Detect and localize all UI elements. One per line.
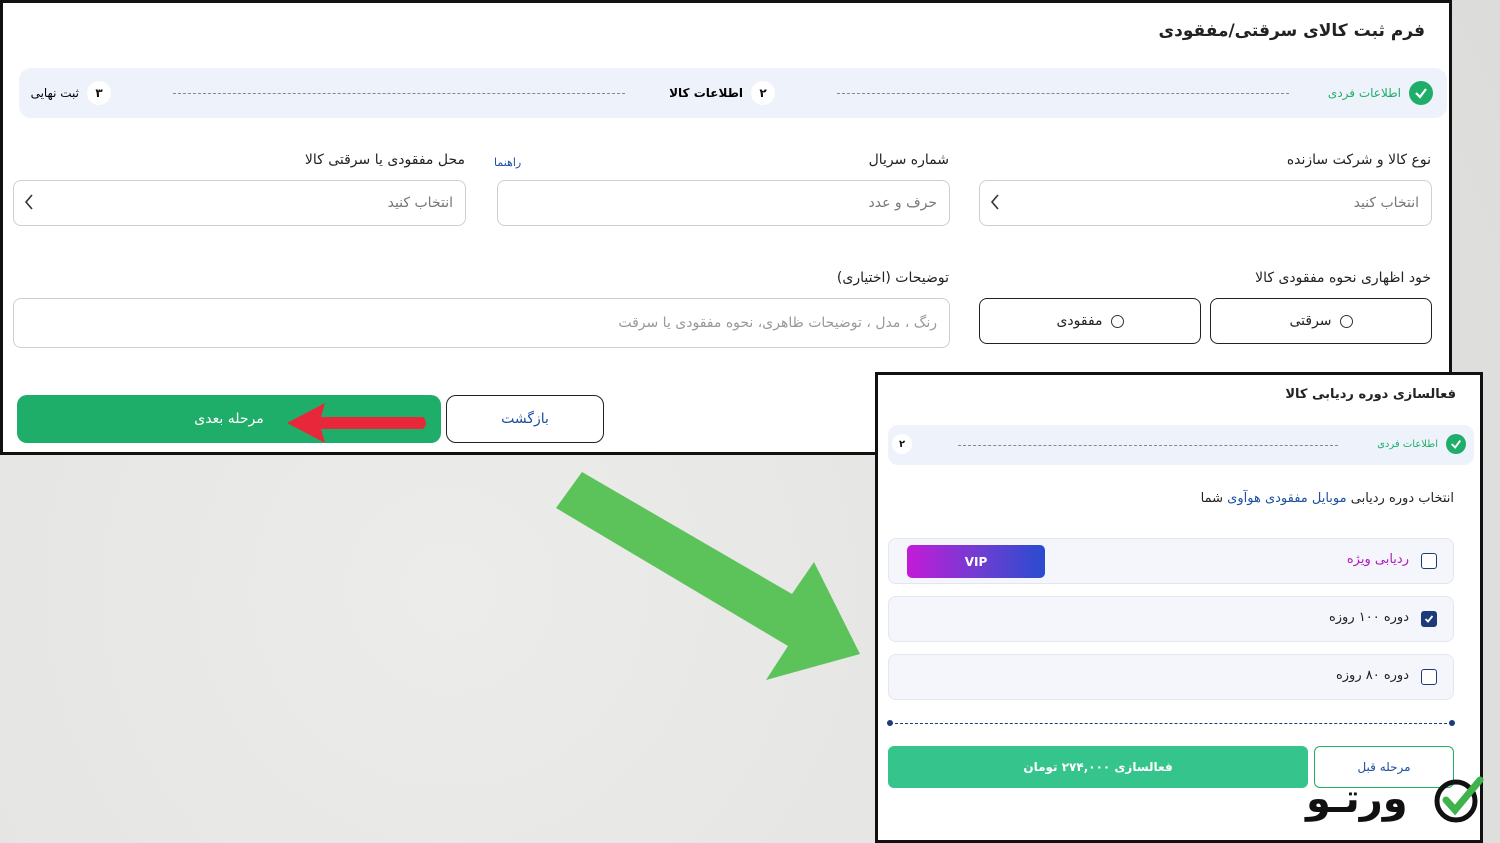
product-type-label: نوع کالا و شرکت سازنده	[1286, 152, 1431, 168]
step-divider	[958, 445, 1338, 446]
radio-circle-icon	[1110, 314, 1124, 328]
form-stepper: اطلاعات فردی ۲ اطلاعات کالا ۳ ثبت نهایی	[19, 68, 1447, 118]
option-label: دوره ۸۰ روزه	[1335, 668, 1409, 683]
option-vip-tracking[interactable]: ردیابی ویژه VIP	[888, 538, 1454, 584]
button-label: مرحله بعدی	[194, 411, 264, 427]
checkbox[interactable]	[1421, 669, 1437, 685]
page-title: فرم ثبت کالای سرقتی/مفقودی	[1158, 21, 1425, 41]
option-80-days[interactable]: دوره ۸۰ روزه	[888, 654, 1454, 700]
step-personal-info[interactable]: اطلاعات فردی	[1377, 434, 1466, 454]
green-arrow-icon	[556, 472, 860, 680]
declaration-label: خود اظهاری نحوه مفقودی کالا	[1255, 270, 1431, 286]
checkbox-checked[interactable]	[1421, 611, 1437, 627]
step-product-info[interactable]: ۲ اطلاعات کالا	[669, 81, 775, 105]
select-placeholder: انتخاب کنید	[387, 195, 453, 211]
description-textarea[interactable]: رنگ ، مدل ، توضیحات ظاهری، نحوه مفقودی ی…	[13, 298, 950, 348]
step-label: اطلاعات کالا	[669, 86, 743, 100]
logo-check-icon	[1434, 776, 1484, 823]
red-arrow-icon	[287, 403, 426, 443]
select-placeholder: انتخاب کنید	[1353, 195, 1419, 211]
step-label: ثبت نهایی	[30, 86, 79, 100]
option-label: دوره ۱۰۰ روزه	[1328, 610, 1409, 625]
step-divider	[173, 93, 625, 94]
question-suffix: شما	[1200, 491, 1224, 506]
radio-circle-icon	[1339, 314, 1353, 328]
input-placeholder: حرف و عدد	[868, 195, 938, 211]
location-select[interactable]: انتخاب کنید	[13, 180, 466, 226]
divider-dot	[887, 720, 893, 726]
textarea-placeholder: رنگ ، مدل ، توضیحات ظاهری، نحوه مفقودی ی…	[618, 315, 937, 331]
chevron-left-icon	[990, 193, 1000, 215]
step-two[interactable]: ۲	[892, 434, 912, 454]
check-circle-icon	[1446, 434, 1466, 454]
panel-title: فعالسازی دوره ردیابی کالا	[1285, 387, 1456, 402]
location-label: محل مفقودی یا سرقتی کالا	[304, 152, 465, 168]
help-link[interactable]: راهنما	[494, 156, 521, 169]
radio-label: سرقتی	[1289, 313, 1332, 329]
product-type-select[interactable]: انتخاب کنید	[979, 180, 1432, 226]
divider-line	[890, 723, 1452, 724]
check-circle-icon	[1409, 81, 1433, 105]
tracking-question: انتخاب دوره ردیابی موبایل مفقودی هوآوی ش…	[1201, 491, 1454, 506]
step-label: اطلاعات فردی	[1377, 438, 1438, 450]
serial-input[interactable]: حرف و عدد	[497, 180, 950, 226]
brand-logo: ورتـو	[1306, 774, 1484, 836]
step-number: ۳	[87, 81, 111, 105]
radio-stolen[interactable]: سرقتی	[1210, 298, 1432, 344]
tracking-activation-panel: فعالسازی دوره ردیابی کالا اطلاعات فردی ۲…	[875, 372, 1483, 843]
step-personal-info[interactable]: اطلاعات فردی	[1328, 81, 1433, 105]
radio-lost[interactable]: مفقودی	[979, 298, 1201, 344]
checkbox[interactable]	[1421, 553, 1437, 569]
chevron-left-icon	[24, 193, 34, 215]
question-highlight: موبایل مفقودی هوآوی	[1227, 491, 1347, 506]
check-icon	[1424, 615, 1434, 623]
step-label: اطلاعات فردی	[1327, 86, 1401, 100]
question-prefix: انتخاب دوره ردیابی	[1350, 491, 1454, 506]
option-100-days[interactable]: دوره ۱۰۰ روزه	[888, 596, 1454, 642]
step-number: ۲	[892, 434, 912, 454]
back-button[interactable]: بازگشت	[446, 395, 604, 443]
divider-dot	[1449, 720, 1455, 726]
panel-stepper: اطلاعات فردی ۲	[888, 425, 1474, 465]
radio-label: مفقودی	[1056, 313, 1103, 329]
activate-button[interactable]: فعالسازی ۲۷۴,۰۰۰ تومان	[888, 746, 1308, 788]
logo-wordmark: ورتـو	[1306, 776, 1409, 822]
vip-badge: VIP	[907, 545, 1045, 578]
option-label: ردیابی ویژه	[1346, 552, 1409, 567]
description-label: توضیحات (اختیاری)	[836, 270, 949, 286]
serial-label: شماره سریال	[868, 152, 949, 168]
step-number: ۲	[751, 81, 775, 105]
step-final[interactable]: ۳ ثبت نهایی	[31, 81, 111, 105]
step-divider	[837, 93, 1289, 94]
